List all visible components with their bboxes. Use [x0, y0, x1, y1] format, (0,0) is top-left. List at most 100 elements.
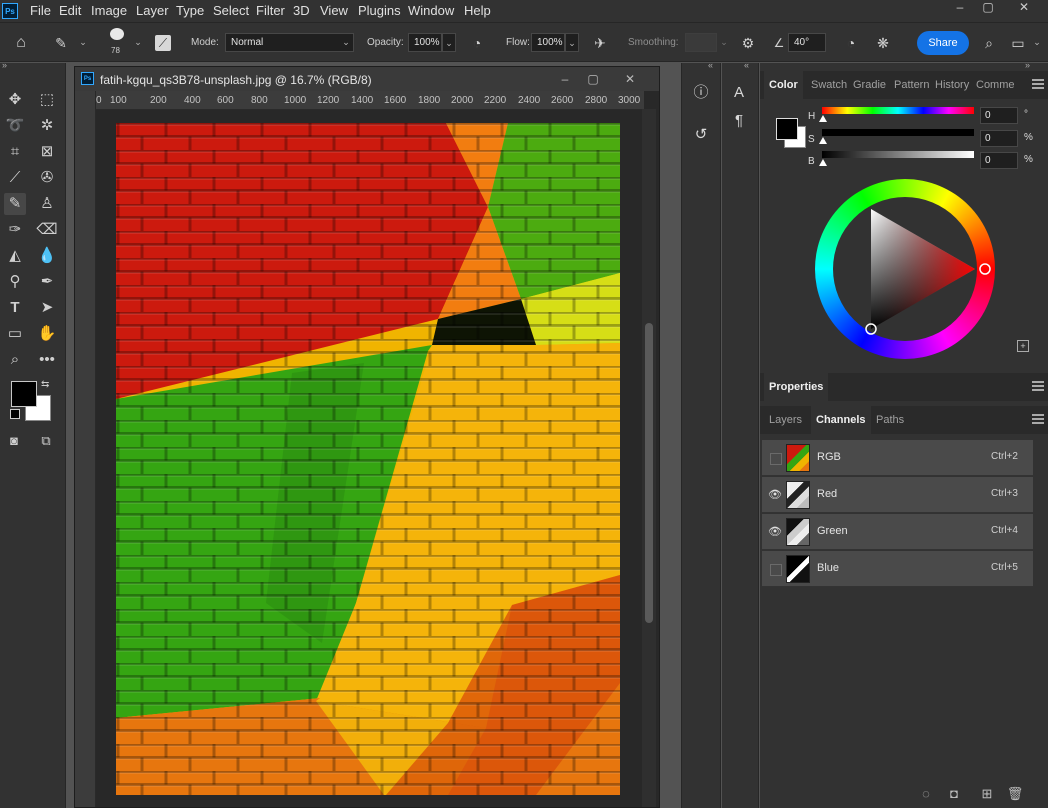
tab-patterns[interactable]: Pattern: [889, 71, 934, 99]
doc-maximize-button[interactable]: ▢: [582, 70, 604, 88]
marquee-tool-icon[interactable]: ⬚: [36, 89, 58, 111]
document-tab[interactable]: Ps fatih-kgqu_qs3B78-unsplash.jpg @ 16.7…: [75, 67, 659, 91]
channels-menu-icon[interactable]: [1032, 414, 1044, 424]
frame-tool-icon[interactable]: ⊠: [36, 141, 58, 163]
mode-caret-icon[interactable]: ⌄: [339, 33, 353, 52]
share-button[interactable]: Share: [917, 31, 969, 55]
saturation-slider[interactable]: [822, 129, 974, 136]
healing-brush-tool-icon[interactable]: ✇: [36, 167, 58, 189]
hue-input[interactable]: 0: [980, 107, 1018, 124]
tab-paths[interactable]: Paths: [871, 406, 909, 434]
saturation-input[interactable]: 0: [980, 130, 1018, 147]
menu-type[interactable]: Type: [176, 3, 204, 18]
menu-image[interactable]: Image: [91, 3, 127, 18]
load-selection-icon[interactable]: ◌: [917, 785, 935, 803]
tab-gradients[interactable]: Gradie: [848, 71, 891, 99]
default-colors-icon[interactable]: [10, 409, 20, 419]
eyedropper-tool-icon[interactable]: ⟋: [4, 167, 26, 189]
vertical-scrollbar[interactable]: [642, 109, 656, 807]
brightness-slider-knob[interactable]: [819, 159, 827, 166]
foreground-color-swatch[interactable]: [11, 381, 37, 407]
tab-color[interactable]: Color: [764, 71, 803, 99]
pen-tool-icon[interactable]: ✒: [36, 271, 58, 293]
quick-select-tool-icon[interactable]: ✲: [36, 115, 58, 137]
brush-preset-icon[interactable]: [110, 28, 124, 40]
new-channel-icon[interactable]: ⊞: [978, 785, 996, 803]
gear-icon[interactable]: ⚙: [739, 34, 757, 52]
doc-minimize-button[interactable]: –: [554, 70, 576, 88]
menu-3d[interactable]: 3D: [293, 3, 310, 18]
quick-mask-icon[interactable]: ◙: [3, 430, 25, 452]
photoshop-logo[interactable]: Ps: [2, 3, 18, 19]
maximize-button[interactable]: ▢: [974, 0, 1002, 16]
close-button[interactable]: ✕: [1010, 0, 1038, 16]
brightness-slider[interactable]: [822, 151, 974, 158]
chevron-down-icon[interactable]: ⌄: [76, 33, 90, 52]
horizontal-ruler[interactable]: 0 100 200 400 600 800 1000 1200 1400 160…: [96, 91, 644, 110]
dodge-tool-icon[interactable]: ⚲: [4, 271, 26, 293]
smoothing-input[interactable]: [685, 33, 717, 52]
save-selection-icon[interactable]: ◘: [945, 785, 963, 803]
eraser-tool-icon[interactable]: ⌫: [36, 219, 58, 241]
more-tools-icon[interactable]: •••: [36, 349, 58, 371]
path-selection-tool-icon[interactable]: ➤: [36, 297, 58, 319]
menu-select[interactable]: Select: [213, 3, 249, 18]
blur-tool-icon[interactable]: 💧: [36, 245, 58, 267]
channel-row-green[interactable]: 👁 Green Ctrl+4: [762, 514, 1033, 550]
brightness-input[interactable]: 0: [980, 152, 1018, 169]
pressure-size-icon[interactable]: ◔: [842, 34, 860, 52]
properties-menu-icon[interactable]: [1032, 381, 1044, 391]
menu-layer[interactable]: Layer: [136, 3, 169, 18]
airbrush-icon[interactable]: ✈: [591, 34, 609, 52]
history-icon[interactable]: ↺: [686, 123, 716, 147]
lasso-tool-icon[interactable]: ➰: [4, 115, 26, 137]
flow-input[interactable]: 100%: [531, 33, 565, 52]
tab-properties[interactable]: Properties: [764, 373, 829, 401]
workspace-icon[interactable]: ▭: [1009, 34, 1027, 52]
zoom-tool-icon[interactable]: ⌕: [4, 349, 26, 371]
tab-layers[interactable]: Layers: [764, 406, 807, 434]
vertical-ruler[interactable]: [75, 109, 96, 807]
menu-help[interactable]: Help: [464, 3, 491, 18]
eye-icon[interactable]: 👁: [768, 525, 782, 539]
brush-tool-icon[interactable]: ✎: [52, 34, 70, 52]
crop-tool-icon[interactable]: ⌗: [4, 141, 26, 163]
tab-history[interactable]: History: [930, 71, 974, 99]
history-brush-tool-icon[interactable]: ✑: [4, 219, 26, 241]
hue-slider-knob[interactable]: [819, 115, 827, 122]
hand-tool-icon[interactable]: ✋: [36, 323, 58, 345]
tab-comments[interactable]: Comme: [971, 71, 1020, 99]
angle-input[interactable]: 40°: [788, 33, 826, 52]
mode-select[interactable]: Normal: [225, 33, 354, 52]
move-tool-icon[interactable]: ✥: [4, 89, 26, 111]
channel-row-blue[interactable]: Blue Ctrl+5: [762, 551, 1033, 587]
brush-settings-icon[interactable]: ⟋: [155, 35, 171, 51]
strip2-collapse-icon[interactable]: «: [744, 60, 749, 70]
tools-collapse-icon[interactable]: »: [2, 60, 7, 70]
menu-edit[interactable]: Edit: [59, 3, 81, 18]
dock-collapse-icon[interactable]: »: [1025, 60, 1030, 70]
visibility-toggle-empty[interactable]: [770, 453, 782, 465]
doc-close-button[interactable]: ✕: [619, 70, 641, 88]
fg-bg-swatches[interactable]: [776, 118, 806, 148]
color-triangle[interactable]: [815, 179, 995, 359]
workspace-caret-icon[interactable]: ⌄: [1030, 33, 1044, 52]
paragraph-icon[interactable]: ¶: [724, 109, 754, 133]
screen-mode-icon[interactable]: ⧉: [35, 430, 57, 452]
flow-caret-icon[interactable]: ⌄: [565, 33, 579, 52]
home-icon[interactable]: ⌂: [12, 34, 30, 52]
menu-filter[interactable]: Filter: [256, 3, 285, 18]
saturation-slider-knob[interactable]: [819, 137, 827, 144]
channel-row-red[interactable]: 👁 Red Ctrl+3: [762, 477, 1033, 513]
ruler-origin[interactable]: [75, 91, 95, 109]
search-icon[interactable]: ⌕: [980, 34, 998, 52]
menu-window[interactable]: Window: [408, 3, 454, 18]
opacity-caret-icon[interactable]: ⌄: [442, 33, 456, 52]
menu-view[interactable]: View: [320, 3, 348, 18]
image-canvas[interactable]: [116, 123, 620, 795]
scrollbar-thumb[interactable]: [645, 323, 653, 623]
type-tool-icon[interactable]: T: [4, 297, 26, 319]
pressure-opacity-icon[interactable]: ◔: [468, 34, 486, 52]
tab-channels[interactable]: Channels: [811, 406, 871, 434]
symmetry-icon[interactable]: ❋: [874, 34, 892, 52]
